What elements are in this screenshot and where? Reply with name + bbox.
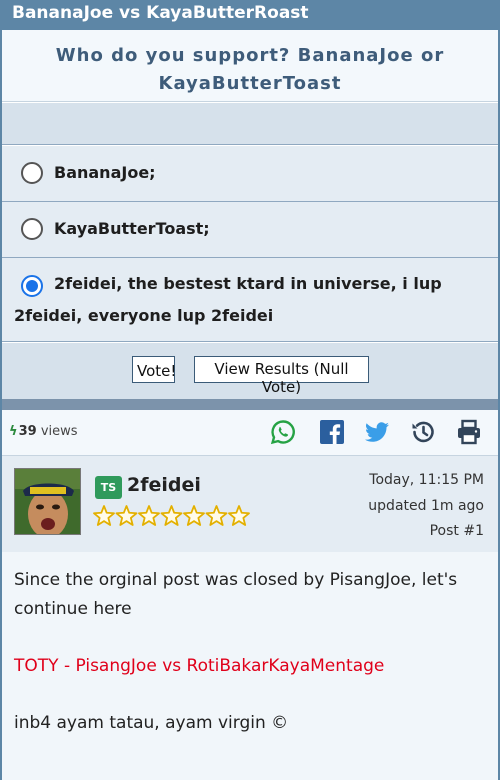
section-divider [2, 399, 498, 410]
poll-actions: Vote! View Results (Null Vote) [2, 343, 498, 399]
radio-button[interactable] [21, 218, 43, 240]
vote-button[interactable]: Vote! [132, 356, 176, 383]
poll-header-spacer [2, 103, 498, 145]
post-paragraph: Since the orginal post was closed by Pis… [14, 570, 458, 619]
avatar[interactable] [14, 468, 81, 535]
post-number[interactable]: Post #1 [430, 523, 484, 539]
whatsapp-icon[interactable] [270, 419, 296, 445]
post-body: Since the orginal post was closed by Pis… [2, 552, 498, 780]
star-icon [160, 505, 183, 526]
rating-stars [93, 505, 250, 526]
post-time: Today, 11:15 PM [369, 472, 484, 488]
stats-bar: ϟ39 views [2, 410, 498, 456]
thread-starter-badge: TS [95, 476, 122, 499]
star-icon [205, 505, 228, 526]
star-icon [93, 505, 115, 526]
star-icon [228, 505, 250, 526]
post-paragraph: inb4 ayam tatau, ayam virgin © [14, 713, 289, 733]
post-header: TS 2feidei Today, 11:15 PM updated 1m ag… [2, 456, 498, 552]
views-label: views [40, 424, 78, 439]
poll-option-kayabuttertoast[interactable]: KayaButterToast; [2, 202, 498, 258]
post-link[interactable]: TOTY - PisangJoe vs RotiBakarKayaMentage [14, 652, 486, 681]
history-icon[interactable] [410, 419, 436, 445]
star-icon [183, 505, 205, 526]
star-icon [115, 505, 138, 526]
star-icon [138, 505, 160, 526]
view-count: ϟ39 views [9, 424, 78, 439]
poll-option-2feidei[interactable]: 2feidei, the bestest ktard in universe, … [2, 258, 498, 342]
poll-option-label: KayaButterToast; [54, 219, 210, 238]
radio-button[interactable] [21, 162, 43, 184]
facebook-icon[interactable] [319, 419, 345, 445]
view-results-button[interactable]: View Results (Null Vote) [194, 356, 369, 396]
avatar-photo [15, 469, 80, 534]
poll-option-label: BananaJoe; [54, 163, 156, 182]
poll-option-bananajoe[interactable]: BananaJoe; [2, 146, 498, 202]
twitter-icon[interactable] [364, 419, 390, 445]
print-icon[interactable] [456, 419, 482, 445]
post-updated: updated 1m ago [368, 498, 484, 514]
bolt-icon: ϟ [9, 424, 18, 439]
thread-title: BananaJoe vs KayaButterRoast [0, 0, 500, 30]
username[interactable]: 2feidei [127, 474, 201, 496]
poll-question: Who do you support? BananaJoe or KayaBut… [2, 30, 498, 102]
poll-option-label: 2feidei, the bestest ktard in universe, … [14, 274, 442, 325]
views-number: 39 [18, 424, 37, 439]
